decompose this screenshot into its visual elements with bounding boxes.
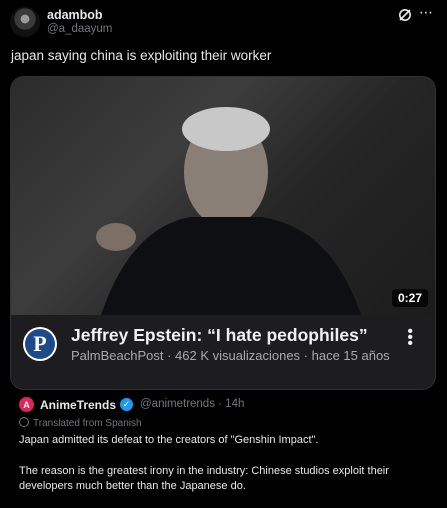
thumbnail-figure bbox=[96, 107, 361, 315]
video-info[interactable]: P Jeffrey Epstein: “I hate pedophiles” P… bbox=[11, 315, 435, 389]
video-duration: 0:27 bbox=[391, 289, 428, 307]
quoted-text-line2: The reason is the greatest irony in the … bbox=[19, 465, 389, 492]
tweet-author-name[interactable]: adambob bbox=[47, 8, 103, 22]
tweet-avatar[interactable] bbox=[10, 7, 40, 37]
quoted-tweet[interactable]: A AnimeTrends ✓ @animetrends · 14h Trans… bbox=[10, 388, 435, 508]
globe-icon bbox=[19, 417, 29, 427]
video-title[interactable]: Jeffrey Epstein: “I hate pedophiles” bbox=[71, 325, 368, 346]
verified-badge-icon: ✓ bbox=[120, 398, 133, 411]
grok-icon[interactable] bbox=[398, 8, 412, 22]
more-icon[interactable]: ⋯ bbox=[419, 4, 434, 21]
tweet-author-handle[interactable]: @a_daayum bbox=[47, 23, 112, 35]
channel-logo[interactable]: P bbox=[23, 327, 57, 361]
quoted-author-name[interactable]: AnimeTrends bbox=[40, 398, 116, 412]
quoted-text-line1: Japan admitted its defeat to the creator… bbox=[19, 434, 319, 446]
video-thumbnail[interactable]: 0:27 bbox=[11, 77, 435, 315]
video-more-icon[interactable]: • • • bbox=[407, 324, 413, 352]
video-meta: PalmBeachPost · 462 K visualizaciones · … bbox=[71, 348, 390, 363]
channel-logo-letter: P bbox=[25, 329, 55, 359]
quoted-avatar[interactable]: A bbox=[19, 397, 34, 412]
video-card[interactable]: 0:27 P Jeffrey Epstein: “I hate pedophil… bbox=[10, 76, 436, 390]
translated-label: Translated from Spanish bbox=[19, 417, 142, 429]
tweet-text: japan saying china is exploiting their w… bbox=[11, 48, 272, 63]
quoted-author-handle[interactable]: @animetrends · 14h bbox=[140, 398, 244, 410]
translated-text: Translated from Spanish bbox=[33, 418, 142, 429]
